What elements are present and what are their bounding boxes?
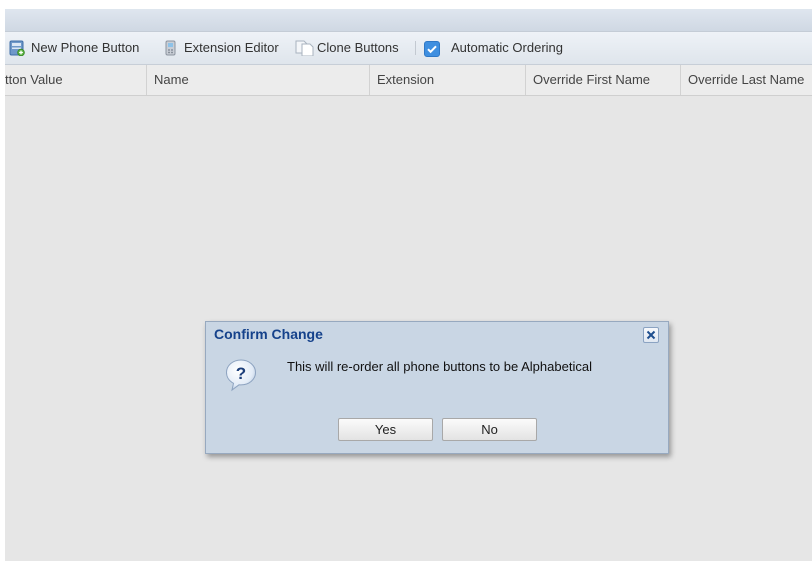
close-icon[interactable]: [643, 327, 659, 343]
dialog-message: This will re-order all phone buttons to …: [287, 359, 592, 374]
column-header-override-first-name[interactable]: Override First Name: [526, 65, 681, 95]
grid-header: tton Value Name Extension Override First…: [5, 65, 812, 96]
dialog-title: Confirm Change: [214, 326, 323, 342]
extension-editor-label: Extension Editor: [184, 40, 279, 55]
column-header-name[interactable]: Name: [147, 65, 370, 95]
checkbox-checked-icon[interactable]: [424, 41, 440, 57]
toolbar: New Phone Button Extension Editor Clone …: [5, 32, 812, 65]
column-header-label: Name: [154, 72, 189, 87]
new-phone-button-label: New Phone Button: [31, 40, 140, 55]
new-phone-button-icon: [9, 40, 25, 56]
column-header-label: Override Last Name: [688, 72, 805, 87]
column-header-button-value[interactable]: tton Value: [5, 65, 147, 95]
clone-buttons-label: Clone Buttons: [317, 40, 399, 55]
yes-button[interactable]: Yes: [338, 418, 433, 441]
clone-buttons-icon: [295, 40, 314, 56]
confirm-change-dialog: Confirm Change ? This will re-order all …: [205, 321, 669, 454]
toolbar-separator: [415, 41, 416, 55]
window-title-bar: [5, 9, 812, 32]
column-header-override-last-name[interactable]: Override Last Name: [681, 65, 812, 95]
question-icon: ?: [225, 359, 257, 392]
extension-editor-icon: [165, 40, 176, 56]
column-header-label: Override First Name: [533, 72, 651, 87]
column-header-label: Extension: [377, 72, 435, 87]
svg-text:?: ?: [236, 364, 246, 383]
automatic-ordering-label: Automatic Ordering: [451, 40, 563, 55]
column-header-extension[interactable]: Extension: [370, 65, 526, 95]
app-window: New Phone Button Extension Editor Clone …: [5, 9, 812, 561]
column-header-label: tton Value: [5, 72, 63, 87]
no-button[interactable]: No: [442, 418, 537, 441]
